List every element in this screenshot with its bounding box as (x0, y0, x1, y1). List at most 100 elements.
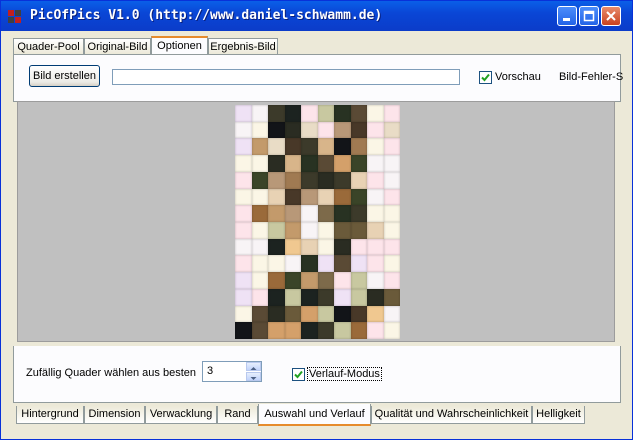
vorschau-checkbox[interactable] (479, 71, 492, 84)
mosaic-tile (367, 171, 384, 189)
mosaic-tile (334, 305, 351, 323)
tab-rand[interactable]: Rand (217, 406, 258, 424)
mosaic-tile (334, 138, 351, 156)
mosaic-tile (251, 155, 268, 172)
preview-canvas (17, 101, 615, 342)
tab-quader-pool[interactable]: Quader-Pool (13, 38, 84, 54)
title-bar[interactable]: PicOfPics V1.0 (http://www.daniel-schwam… (1, 1, 632, 31)
mosaic-tile (367, 322, 384, 339)
mosaic-tile (251, 288, 268, 306)
mosaic-tile (383, 171, 400, 189)
stepper-down-button[interactable] (246, 372, 261, 381)
mosaic-tile (334, 155, 351, 172)
verlauf-label: Verlauf-Modus (307, 367, 382, 381)
mosaic-tile (317, 322, 334, 339)
mosaic-tile (334, 322, 351, 339)
tab-hintergrund[interactable]: Hintergrund (16, 406, 84, 424)
toolbar-panel: Bild erstellen Vorschau Bild-Fehler-S (13, 54, 623, 102)
mosaic-tile (268, 205, 285, 222)
tab-ergebnis-bild[interactable]: Ergebnis-Bild (208, 38, 278, 54)
mosaic-tile (284, 138, 301, 156)
mosaic-tile (301, 272, 318, 289)
mosaic-tile (367, 238, 384, 256)
mosaic-tile (334, 221, 351, 239)
verlauf-checkbox[interactable] (292, 368, 305, 381)
mosaic-tile (284, 205, 301, 222)
mosaic-tile (251, 238, 268, 256)
mosaic-tile (251, 322, 268, 339)
mosaic-tile (268, 138, 285, 156)
mosaic-tile (367, 138, 384, 156)
maximize-button[interactable] (579, 6, 599, 26)
tab-optionen[interactable]: Optionen (151, 36, 208, 55)
mosaic-tile (301, 322, 318, 339)
mosaic-tile (383, 205, 400, 222)
mosaic-tile (235, 171, 252, 189)
mosaic-tile (383, 188, 400, 206)
mosaic-tile (301, 288, 318, 306)
tab-auswahl-und-verlauf[interactable]: Auswahl und Verlauf (258, 404, 371, 426)
mosaic-tile (251, 105, 268, 122)
mosaic-tile (317, 288, 334, 306)
mosaic-tile (268, 288, 285, 306)
mosaic-tile (251, 305, 268, 323)
mosaic-tile (334, 238, 351, 256)
checkmark-icon (481, 73, 490, 82)
mosaic-tile (251, 171, 268, 189)
stepper-buttons (246, 362, 261, 381)
mosaic-tile (284, 155, 301, 172)
mosaic-tile (284, 105, 301, 122)
mosaic-tile (235, 221, 252, 239)
mosaic-tile (334, 288, 351, 306)
mosaic-tile (350, 288, 367, 306)
mosaic-tile (367, 105, 384, 122)
mosaic-tile (251, 121, 268, 139)
mosaic-tile (301, 238, 318, 256)
close-button[interactable] (601, 6, 621, 26)
window-title: PicOfPics V1.0 (http://www.daniel-schwam… (30, 8, 383, 23)
mosaic-tile (383, 272, 400, 289)
mosaic-tile (317, 238, 334, 256)
mosaic-tile (367, 272, 384, 289)
mosaic-tile (284, 171, 301, 189)
mosaic-tile (235, 138, 252, 156)
mosaic-tile (383, 238, 400, 256)
mosaic-tile (367, 155, 384, 172)
mosaic-tile (350, 255, 367, 273)
stepper-up-button[interactable] (246, 362, 261, 371)
mosaic-tile (334, 121, 351, 139)
mosaic-tile (301, 121, 318, 139)
checkmark-icon (294, 370, 303, 379)
mosaic-tile (317, 188, 334, 206)
mosaic-tile (350, 205, 367, 222)
mosaic-tile (235, 188, 252, 206)
mosaic-tile (350, 238, 367, 256)
mosaic-tile (268, 322, 285, 339)
mosaic-preview-image (235, 105, 400, 339)
mosaic-tile (235, 322, 252, 339)
app-icon (8, 10, 21, 23)
minimize-button[interactable] (557, 6, 577, 26)
bild-erstellen-button[interactable]: Bild erstellen (29, 65, 100, 87)
mosaic-tile (284, 238, 301, 256)
random-count-value[interactable]: 3 (207, 365, 213, 377)
mosaic-tile (268, 155, 285, 172)
mosaic-tile (383, 138, 400, 156)
tab-original-bild[interactable]: Original-Bild (84, 38, 151, 54)
mosaic-tile (251, 188, 268, 206)
mosaic-tile (350, 305, 367, 323)
tab-qualitaet-und-wahrscheinlichkeit[interactable]: Qualität und Wahrscheinlichkeit (371, 406, 532, 424)
mosaic-tile (301, 155, 318, 172)
random-count-stepper[interactable]: 3 (202, 361, 262, 382)
mosaic-tile (235, 272, 252, 289)
mosaic-tile (317, 205, 334, 222)
mosaic-tile (268, 272, 285, 289)
mosaic-tile (383, 255, 400, 273)
mosaic-tile (367, 121, 384, 139)
mosaic-tile (268, 305, 285, 323)
mosaic-tile (268, 221, 285, 239)
tab-dimension[interactable]: Dimension (84, 406, 145, 424)
tab-helligkeit[interactable]: Helligkeit (532, 406, 585, 424)
tab-verwacklung[interactable]: Verwacklung (145, 406, 217, 424)
mosaic-tile (301, 255, 318, 273)
